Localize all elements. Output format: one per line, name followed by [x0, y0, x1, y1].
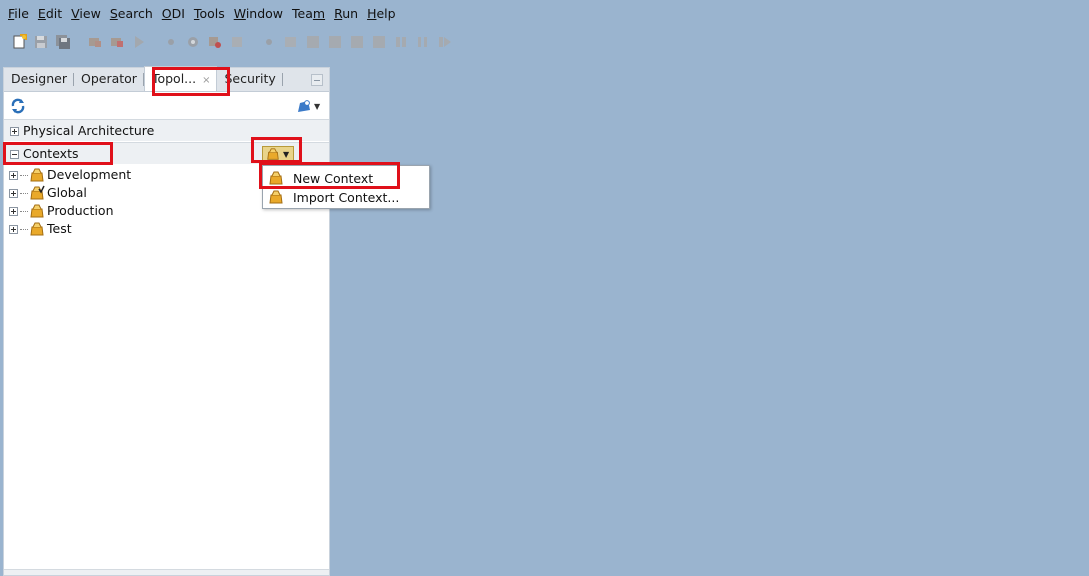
step-into-icon[interactable]	[260, 33, 278, 51]
expand-icon[interactable]	[9, 170, 18, 180]
expand-icon[interactable]	[10, 127, 19, 136]
tree-item-label: Test	[47, 221, 72, 236]
tab-topology[interactable]: Topol... ×	[143, 66, 218, 91]
skip-icon[interactable]	[392, 33, 410, 51]
settings-icon[interactable]	[184, 33, 202, 51]
save-all-icon[interactable]	[54, 33, 72, 51]
section-contexts[interactable]: Contexts ▼	[4, 142, 329, 164]
expand-icon[interactable]	[9, 224, 18, 234]
close-icon[interactable]: ×	[202, 75, 210, 86]
menu-tools[interactable]: Tools	[190, 0, 229, 28]
navigator-tabbar: Designer Operator Topol... × Security	[4, 66, 329, 92]
menu-odi[interactable]: ODI	[158, 0, 189, 28]
expand-icon[interactable]	[9, 188, 18, 198]
save-icon[interactable]	[32, 33, 50, 51]
context-icon	[30, 204, 44, 218]
new-file-icon[interactable]	[10, 33, 28, 51]
stop-icon[interactable]	[370, 33, 388, 51]
menu-item-label: Import Context...	[293, 189, 400, 205]
section-physical-label: Physical Architecture	[23, 123, 155, 138]
context-icon	[267, 148, 279, 160]
menu-bar: File Edit View Search ODI Tools Window T…	[0, 0, 401, 28]
tab-designer[interactable]: Designer	[4, 67, 74, 91]
section-physical-architecture[interactable]: Physical Architecture	[4, 119, 329, 141]
step-return-icon[interactable]	[304, 33, 322, 51]
context-icon	[30, 168, 44, 182]
run-icon[interactable]	[130, 33, 148, 51]
debug-icon[interactable]	[86, 33, 104, 51]
execute-debug-icon[interactable]	[108, 33, 126, 51]
breakpoint-icon[interactable]	[162, 33, 180, 51]
tab-operator[interactable]: Operator	[74, 67, 144, 91]
menu-search[interactable]: Search	[106, 0, 157, 28]
pause-icon[interactable]	[348, 33, 366, 51]
refresh-icon[interactable]	[9, 97, 27, 115]
window-top-area: File Edit View Search ODI Tools Window T…	[0, 0, 1089, 60]
menu-item-new-context[interactable]: New Context	[263, 168, 429, 188]
chevron-down-icon: ▼	[314, 101, 321, 111]
tree-item-label: Global	[47, 185, 87, 200]
tab-topology-label: Topol...	[151, 71, 197, 86]
chevron-down-icon: ▼	[283, 149, 290, 159]
topology-menu-button[interactable]: ▼	[296, 97, 328, 115]
tree-item-label: Development	[47, 167, 132, 182]
navigator-panel: Designer Operator Topol... × Security ▼ P…	[3, 66, 330, 576]
tree-item-test[interactable]: Test	[4, 220, 329, 238]
new-context-menu-button[interactable]: ▼	[262, 146, 294, 162]
minimize-icon[interactable]	[311, 74, 323, 86]
menu-run[interactable]: Run	[330, 0, 362, 28]
navigator-toolbar: ▼	[4, 93, 329, 119]
step-icon[interactable]	[206, 33, 224, 51]
main-toolbar	[10, 31, 458, 53]
menu-item-label: New Context	[293, 170, 374, 186]
menu-help[interactable]: Help	[363, 0, 400, 28]
section-contexts-label: Contexts	[23, 146, 79, 161]
menu-item-import-context[interactable]: Import Context...	[263, 187, 429, 207]
collapse-icon[interactable]	[10, 150, 19, 159]
tab-security[interactable]: Security	[217, 67, 284, 91]
menu-view[interactable]: View	[67, 0, 105, 28]
step-out-icon[interactable]	[282, 33, 300, 51]
resume-icon[interactable]	[326, 33, 344, 51]
context-icon	[269, 190, 283, 204]
expand-icon[interactable]	[9, 206, 18, 216]
collapsed-section-strip[interactable]	[4, 569, 329, 575]
context-icon	[30, 222, 44, 236]
context-icon	[269, 171, 283, 185]
step-over-icon[interactable]	[228, 33, 246, 51]
context-icon	[298, 100, 310, 112]
menu-window[interactable]: Window	[230, 0, 287, 28]
menu-edit[interactable]: Edit	[34, 0, 66, 28]
forward-icon[interactable]	[436, 33, 454, 51]
menu-file[interactable]: File	[4, 0, 33, 28]
context-popup-menu: New Context Import Context...	[262, 165, 430, 209]
menu-team[interactable]: Team	[288, 0, 329, 28]
tree-item-label: Production	[47, 203, 114, 218]
pause-bars-icon[interactable]	[414, 33, 432, 51]
context-default-icon	[30, 185, 45, 200]
